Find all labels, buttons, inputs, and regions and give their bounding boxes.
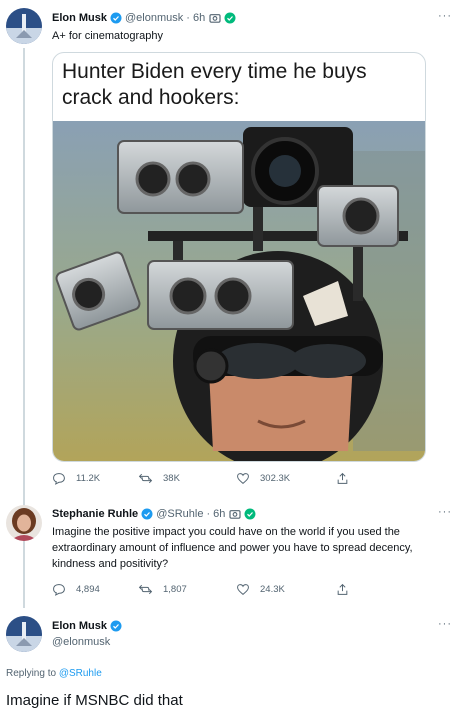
tweet3-handle-row: @elonmusk xyxy=(52,636,110,648)
tweet2-actions: 4,894 1,807 24.3K xyxy=(52,583,359,596)
heart-icon xyxy=(237,584,249,596)
reply-count: 4,894 xyxy=(76,584,100,595)
like-count: 302.3K xyxy=(260,473,291,484)
helmet-cameras-photo xyxy=(53,121,425,461)
replying-prefix: Replying to xyxy=(6,668,57,679)
heart-icon xyxy=(237,473,249,485)
verified-icon xyxy=(110,12,122,24)
tweet3-header: Elon Musk xyxy=(52,620,122,632)
reply-count: 11.2K xyxy=(76,473,101,484)
checkmark-badge-icon xyxy=(224,12,236,24)
reply-icon xyxy=(53,584,65,596)
tweet2-text: Imagine the positive impact you could ha… xyxy=(52,526,413,570)
camera-icon xyxy=(229,510,241,519)
reply-icon xyxy=(53,473,65,485)
verified-icon xyxy=(141,508,153,520)
share-button[interactable] xyxy=(336,583,359,596)
tweet1-author-name[interactable]: Elon Musk xyxy=(52,12,107,24)
checkmark-badge-icon xyxy=(244,508,256,520)
elon-avatar[interactable] xyxy=(6,616,42,652)
retweet-count: 1,807 xyxy=(163,584,187,595)
tweet1-timestamp[interactable]: · 6h xyxy=(186,12,205,24)
tweet2-timestamp[interactable]: · 6h xyxy=(206,508,225,520)
tweet3-author-handle[interactable]: @elonmusk xyxy=(52,636,110,648)
verified-icon xyxy=(110,620,122,632)
tweet2-header: Stephanie Ruhle @SRuhle · 6h xyxy=(52,508,256,520)
more-options-icon[interactable]: ··· xyxy=(438,506,452,518)
tweet2-author-handle[interactable]: @SRuhle xyxy=(156,508,203,520)
retweet-icon xyxy=(138,473,153,484)
tweet1-actions: 11.2K 38K 302.3K xyxy=(52,472,359,485)
replying-to-mention[interactable]: @SRuhle xyxy=(59,668,102,679)
replying-to: Replying to @SRuhle xyxy=(6,668,102,679)
more-options-icon[interactable]: ··· xyxy=(438,10,452,22)
share-icon xyxy=(337,583,348,595)
tweet3-text: Imagine if MSNBC did that xyxy=(6,692,183,709)
share-icon xyxy=(337,472,348,484)
meme-caption: Hunter Biden every time he buys crack an… xyxy=(62,60,367,109)
like-count: 24.3K xyxy=(260,584,285,595)
retweet-count: 38K xyxy=(163,473,180,484)
tweet1-media[interactable]: Hunter Biden every time he buys crack an… xyxy=(52,52,426,462)
retweet-button[interactable]: 1,807 xyxy=(138,583,236,596)
like-button[interactable]: 302.3K xyxy=(236,472,336,485)
elon-avatar[interactable] xyxy=(6,8,42,44)
reply-button[interactable]: 4,894 xyxy=(52,583,138,596)
camera-icon xyxy=(209,14,221,23)
tweet2-author-name[interactable]: Stephanie Ruhle xyxy=(52,508,138,520)
tweet3-author-name[interactable]: Elon Musk xyxy=(52,620,107,632)
tweet1-header: Elon Musk @elonmusk · 6h xyxy=(52,12,236,24)
tweet1-text: A+ for cinematography xyxy=(52,30,163,42)
tweet1-author-handle[interactable]: @elonmusk xyxy=(125,12,183,24)
reply-button[interactable]: 11.2K xyxy=(52,472,138,485)
more-options-icon[interactable]: ··· xyxy=(438,618,452,630)
stephanie-avatar[interactable] xyxy=(6,505,42,541)
like-button[interactable]: 24.3K xyxy=(236,583,336,596)
share-button[interactable] xyxy=(336,472,359,485)
retweet-button[interactable]: 38K xyxy=(138,472,236,485)
retweet-icon xyxy=(138,584,153,595)
